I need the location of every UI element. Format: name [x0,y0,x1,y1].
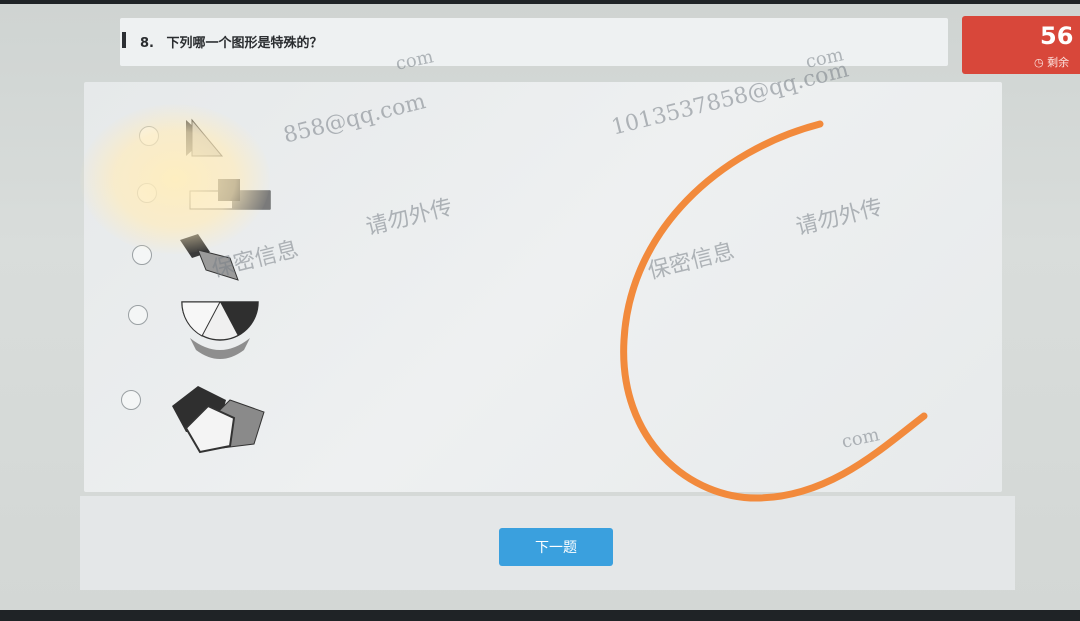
timer-value: 56 [1040,22,1074,50]
option-a-radio[interactable] [139,126,159,146]
timer-label: ◷ 剩余 [1034,54,1069,70]
rotated-parallelograms-figure [180,234,239,281]
clock-icon: ◷ [1034,56,1044,69]
countdown-timer: 56 ◷ 剩余 [962,16,1080,74]
bowtie-right-triangle [191,118,224,157]
question-prompt: 下列哪一个图形是特殊的？ [166,36,323,51]
option-d-radio[interactable] [128,305,148,325]
overlapping-rectangles-figure [189,179,271,210]
next-question-button[interactable]: 下一题 [499,528,613,566]
gray-parallelogram [197,249,239,281]
option-e-radio[interactable] [121,390,141,410]
bowtie-triangle-figure [186,118,224,157]
semicircle-segments-figure [181,301,259,359]
option-c-radio[interactable] [132,245,152,265]
question-number: 8. [140,36,154,51]
timer-label-text: 剩余 [1047,56,1070,69]
exam-screen: 8. 下列哪一个图形是特殊的？ 56 ◷ 剩余 下一题 858@qq.com 1… [0,4,1080,610]
question-text: 8. 下列哪一个图形是特殊的？ [140,32,323,51]
option-b-radio[interactable] [137,183,157,203]
dark-square [218,179,240,201]
question-bar: 8. 下列哪一个图形是特殊的？ [120,18,948,66]
gray-arc-band [190,338,250,359]
overlapping-pentagons-figure [172,386,265,454]
question-marker [122,32,126,48]
